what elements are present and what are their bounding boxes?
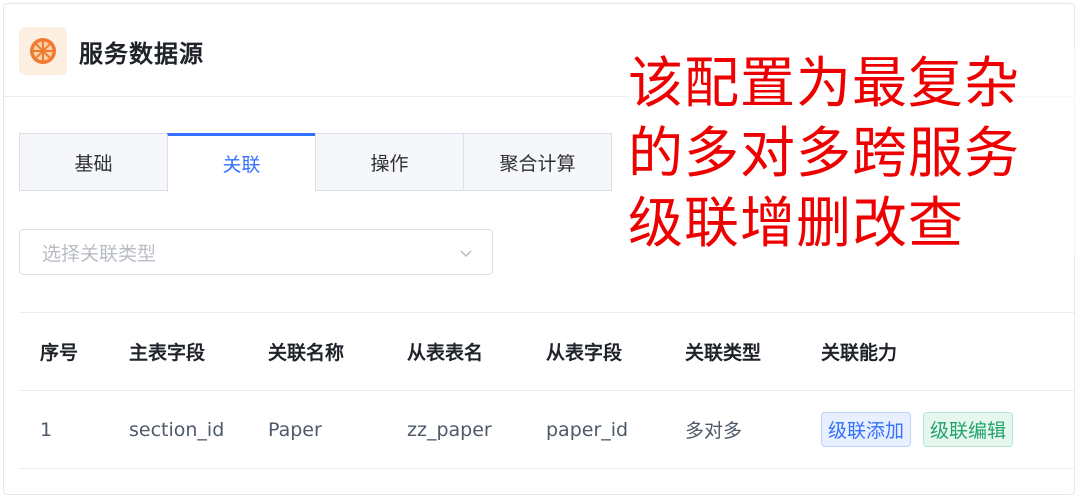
tab-aggregate[interactable]: 聚合计算 [463, 133, 612, 191]
column-header-capabilities: 关联能力 [821, 342, 898, 364]
chevron-down-icon [458, 244, 474, 266]
column-header-sub-field: 从表字段 [546, 342, 623, 364]
column-header-sub-table: 从表表名 [407, 342, 484, 364]
relation-type-placeholder: 选择关联类型 [42, 242, 157, 265]
relation-type-select[interactable]: 选择关联类型 [19, 229, 493, 275]
tab-operation[interactable]: 操作 [315, 133, 464, 191]
relation-table: 序号 主表字段 关联名称 从表表名 从表字段 关联类型 关联能力 1 secti… [19, 312, 1074, 469]
orange-slice-icon [19, 27, 67, 75]
column-header-main-field: 主表字段 [129, 342, 206, 364]
cascade-add-tag: 级联添加 [821, 412, 912, 447]
tab-basic[interactable]: 基础 [19, 133, 168, 191]
column-header-index: 序号 [40, 342, 79, 364]
page-title: 服务数据源 [79, 40, 204, 68]
column-header-relation-type: 关联类型 [685, 342, 762, 364]
cell-sub-field: paper_id [546, 418, 629, 441]
annotation-overlay: 该配置为最复杂 的多对多跨服务 级联增删改查 [628, 48, 1080, 258]
cell-index: 1 [40, 418, 53, 441]
tab-relation[interactable]: 关联 [167, 133, 316, 192]
config-tabs: 基础 关联 操作 聚合计算 [19, 133, 612, 192]
cell-relation-type: 多对多 [685, 420, 743, 442]
cell-sub-table: zz_paper [407, 418, 492, 441]
cell-capabilities: 级联添加 级联编辑 [803, 412, 1074, 447]
annotation-line-2: 的多对多跨服务 [628, 121, 1021, 185]
annotation-line-1: 该配置为最复杂 [628, 51, 1021, 115]
cell-relation-name: Paper [268, 418, 322, 441]
column-header-relation-name: 关联名称 [268, 342, 345, 364]
table-row[interactable]: 1 section_id Paper zz_paper paper_id 多对多… [19, 391, 1074, 469]
annotation-line-3: 级联增删改查 [628, 191, 965, 255]
cell-main-field: section_id [129, 418, 225, 441]
table-header-row: 序号 主表字段 关联名称 从表表名 从表字段 关联类型 关联能力 [19, 313, 1074, 391]
cascade-edit-tag: 级联编辑 [923, 412, 1014, 447]
